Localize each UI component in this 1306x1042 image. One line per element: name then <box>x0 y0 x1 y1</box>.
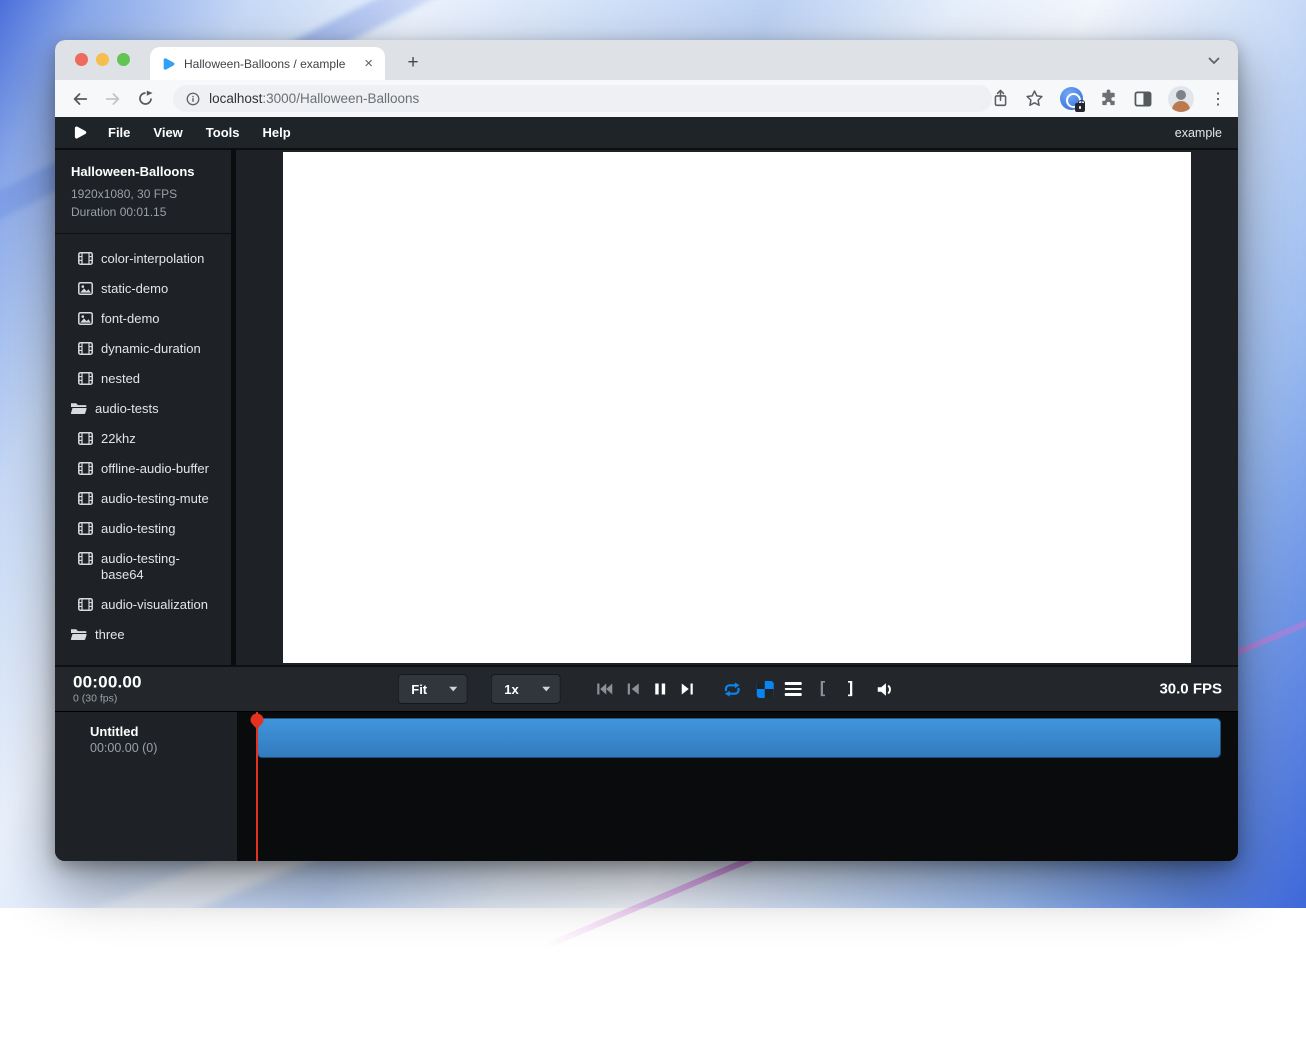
project-specs: 1920x1080, 30 FPS <box>71 185 215 203</box>
out-point-button[interactable]: ] <box>846 681 856 698</box>
volume-button[interactable] <box>876 681 896 698</box>
side-panel-icon[interactable] <box>1134 91 1152 107</box>
film-icon <box>78 372 93 385</box>
project-info: Halloween-Balloons 1920x1080, 30 FPS Dur… <box>55 150 231 234</box>
pause-button[interactable] <box>653 682 666 696</box>
track-time: 00:00.00 (0) <box>90 741 237 755</box>
address-bar[interactable]: localhost:3000/Halloween-Balloons <box>173 85 992 112</box>
menu-file[interactable]: File <box>108 125 130 140</box>
remotion-favicon <box>160 56 176 72</box>
remotion-logo-icon[interactable] <box>71 124 88 141</box>
film-icon <box>78 522 93 535</box>
menu-tools[interactable]: Tools <box>206 125 240 140</box>
project-duration: Duration 00:01.15 <box>71 203 215 221</box>
tab-search-chevron-icon[interactable] <box>1208 52 1220 70</box>
image-icon <box>78 312 93 325</box>
app-menu-bar: File View Tools Help example <box>55 117 1238 150</box>
playhead-marker-icon[interactable] <box>250 713 264 730</box>
track-name: Untitled <box>90 724 237 740</box>
sidebar-folder-three[interactable]: three <box>55 620 231 650</box>
sidebar-item-nested[interactable]: nested <box>55 364 231 394</box>
folder-open-icon <box>70 402 87 415</box>
sidebar-item-static-demo[interactable]: static-demo <box>55 274 231 304</box>
previous-frame-button[interactable] <box>626 682 639 696</box>
film-icon <box>78 552 93 565</box>
sidebar-item-audio-visualization[interactable]: audio-visualization <box>55 590 231 620</box>
fps-indicator: 30.0 FPS <box>1159 681 1222 698</box>
timeline-rows-icon[interactable] <box>784 682 801 696</box>
composition-canvas <box>283 152 1191 663</box>
speed-select[interactable]: 1x <box>490 674 560 704</box>
site-info-icon[interactable] <box>186 92 200 106</box>
size-select[interactable]: Fit <box>397 674 467 704</box>
timeline-sequence-bar[interactable] <box>257 718 1221 758</box>
film-icon <box>78 342 93 355</box>
current-time: 00:00.00 <box>73 674 142 692</box>
forward-button[interactable] <box>100 86 126 112</box>
time-display: 00:00.00 0 (30 fps) <box>73 674 142 705</box>
timeline-track-header[interactable]: Untitled 00:00.00 (0) <box>55 712 237 861</box>
film-icon <box>78 432 93 445</box>
timeline-panel: Untitled 00:00.00 (0) <box>55 711 1238 861</box>
browser-menu-icon[interactable]: ⋮ <box>1210 89 1226 109</box>
reload-button[interactable] <box>132 86 158 112</box>
tab-title: Halloween-Balloons / example <box>184 57 362 71</box>
window-minimize-button[interactable] <box>96 53 109 66</box>
film-icon <box>78 252 93 265</box>
in-point-button[interactable]: [ <box>817 681 827 698</box>
sidebar-item-color-interpolation[interactable]: color-interpolation <box>55 244 231 274</box>
window-close-button[interactable] <box>75 53 88 66</box>
film-icon <box>78 598 93 611</box>
tab-close-icon[interactable]: × <box>362 56 375 71</box>
main-area: Halloween-Balloons 1920x1080, 30 FPS Dur… <box>55 150 1238 665</box>
composition-list: color-interpolation static-demo font-dem… <box>55 234 231 650</box>
profile-avatar[interactable] <box>1168 86 1194 112</box>
current-frame: 0 (30 fps) <box>73 693 142 705</box>
playhead-line <box>256 712 258 861</box>
next-frame-button[interactable] <box>680 682 693 696</box>
back-button[interactable] <box>67 86 93 112</box>
sidebar-folder-audio-tests[interactable]: audio-tests <box>55 394 231 424</box>
compositions-sidebar: Halloween-Balloons 1920x1080, 30 FPS Dur… <box>55 150 231 665</box>
folder-open-icon <box>70 628 87 641</box>
timeline-track-area[interactable] <box>237 712 1238 861</box>
menu-view[interactable]: View <box>153 125 182 140</box>
tab-strip: Halloween-Balloons / example × + <box>55 40 1238 80</box>
password-manager-extension-icon[interactable] <box>1060 87 1083 110</box>
share-icon[interactable] <box>992 89 1009 108</box>
sidebar-item-audio-testing-base64[interactable]: audio-testing-base64 <box>55 544 231 590</box>
film-icon <box>78 492 93 505</box>
sidebar-item-offline-audio-buffer[interactable]: offline-audio-buffer <box>55 454 231 484</box>
preview-panel <box>236 150 1238 665</box>
browser-tab[interactable]: Halloween-Balloons / example × <box>150 47 385 80</box>
bookmark-star-icon[interactable] <box>1025 89 1044 108</box>
playback-control-bar: 00:00.00 0 (30 fps) Fit 1x <box>55 665 1238 711</box>
chevron-down-icon <box>448 686 457 692</box>
sidebar-item-22khz[interactable]: 22khz <box>55 424 231 454</box>
image-icon <box>78 282 93 295</box>
url-text: localhost:3000/Halloween-Balloons <box>209 91 419 106</box>
loop-toggle-button[interactable] <box>721 681 742 698</box>
timeline-playhead[interactable] <box>250 712 264 861</box>
window-zoom-button[interactable] <box>117 53 130 66</box>
desktop-wallpaper: Halloween-Balloons / example × + <box>0 0 1306 908</box>
sidebar-item-font-demo[interactable]: font-demo <box>55 304 231 334</box>
transparency-checkerboard-toggle[interactable] <box>756 681 773 698</box>
browser-window: Halloween-Balloons / example × + <box>55 40 1238 861</box>
browser-toolbar: localhost:3000/Halloween-Balloons <box>55 80 1238 117</box>
sidebar-item-audio-testing[interactable]: audio-testing <box>55 514 231 544</box>
chevron-down-icon <box>541 686 550 692</box>
sidebar-item-dynamic-duration[interactable]: dynamic-duration <box>55 334 231 364</box>
skip-to-start-button[interactable] <box>596 682 612 696</box>
new-tab-button[interactable]: + <box>399 49 427 77</box>
sidebar-item-audio-testing-mute[interactable]: audio-testing-mute <box>55 484 231 514</box>
project-name: Halloween-Balloons <box>71 164 215 179</box>
bundle-name-label: example <box>1175 126 1222 140</box>
film-icon <box>78 462 93 475</box>
extensions-puzzle-icon[interactable] <box>1099 89 1118 108</box>
menu-help[interactable]: Help <box>263 125 291 140</box>
